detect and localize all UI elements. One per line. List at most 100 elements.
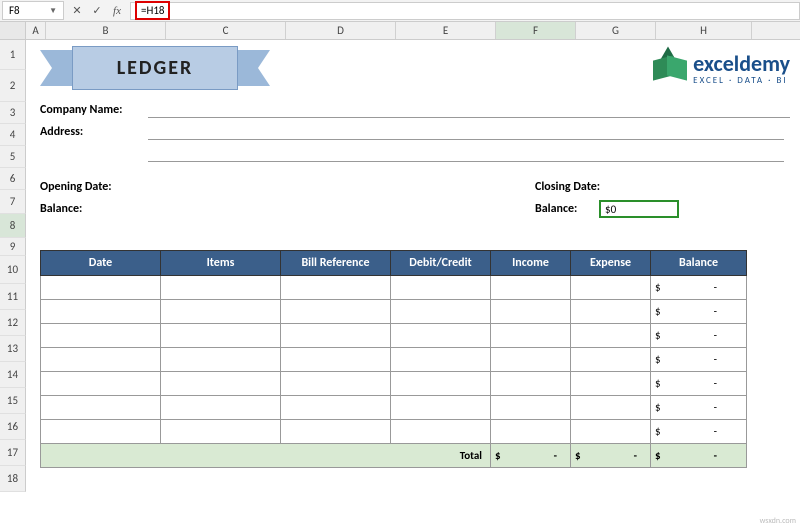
cell-reference: F8	[9, 4, 20, 17]
row-header-17[interactable]: 17	[0, 440, 26, 466]
table-cell[interactable]	[161, 324, 281, 348]
table-cell[interactable]	[491, 420, 571, 444]
table-cell[interactable]	[41, 324, 161, 348]
table-cell[interactable]: $-	[651, 396, 747, 420]
th-date[interactable]: Date	[41, 251, 161, 276]
table-cell[interactable]	[41, 276, 161, 300]
table-cell[interactable]	[391, 276, 491, 300]
col-header-F[interactable]: F	[496, 22, 576, 39]
th-billref[interactable]: Bill Reference	[281, 251, 391, 276]
col-header-E[interactable]: E	[396, 22, 496, 39]
row-header-12[interactable]: 12	[0, 310, 26, 336]
table-cell[interactable]	[281, 324, 391, 348]
chevron-down-icon[interactable]: ▼	[49, 6, 57, 16]
row-header-15[interactable]: 15	[0, 388, 26, 414]
fx-icon[interactable]: fx	[108, 2, 126, 20]
table-cell[interactable]	[161, 396, 281, 420]
table-row: $-	[41, 396, 747, 420]
company-input-line[interactable]	[148, 102, 790, 118]
col-header-H[interactable]: H	[656, 22, 752, 39]
row-header-9[interactable]: 9	[0, 238, 26, 256]
th-debitcredit[interactable]: Debit/Credit	[391, 251, 491, 276]
table-cell[interactable]	[161, 276, 281, 300]
table-cell[interactable]	[491, 348, 571, 372]
table-cell[interactable]	[491, 300, 571, 324]
row-header-18[interactable]: 18	[0, 466, 26, 492]
table-cell[interactable]	[571, 300, 651, 324]
table-cell[interactable]	[391, 348, 491, 372]
total-cell[interactable]: $-	[491, 444, 571, 468]
table-cell[interactable]	[491, 324, 571, 348]
sheet-content[interactable]: LEDGER exceldemy EXCEL · DATA · BI Compa…	[26, 40, 800, 492]
table-cell[interactable]: $-	[651, 324, 747, 348]
table-cell[interactable]	[571, 348, 651, 372]
table-cell[interactable]	[491, 372, 571, 396]
col-header-D[interactable]: D	[286, 22, 396, 39]
table-cell[interactable]	[571, 276, 651, 300]
table-cell[interactable]: $-	[651, 372, 747, 396]
table-cell[interactable]	[571, 324, 651, 348]
table-cell[interactable]	[161, 348, 281, 372]
table-cell[interactable]	[571, 396, 651, 420]
name-box[interactable]: F8 ▼	[2, 1, 64, 20]
table-cell[interactable]	[161, 372, 281, 396]
th-income[interactable]: Income	[491, 251, 571, 276]
row-header-1[interactable]: 1	[0, 40, 26, 70]
table-cell[interactable]	[161, 420, 281, 444]
th-balance[interactable]: Balance	[651, 251, 747, 276]
table-cell[interactable]	[491, 276, 571, 300]
table-cell[interactable]	[41, 372, 161, 396]
row-header-14[interactable]: 14	[0, 362, 26, 388]
total-cell[interactable]: $-	[651, 444, 747, 468]
table-cell[interactable]	[391, 420, 491, 444]
row-header-3[interactable]: 3	[0, 102, 26, 124]
table-cell[interactable]	[571, 420, 651, 444]
row-header-8[interactable]: 8	[0, 214, 26, 238]
row-header-6[interactable]: 6	[0, 168, 26, 190]
table-cell[interactable]	[281, 300, 391, 324]
table-cell[interactable]	[491, 396, 571, 420]
select-all-corner[interactable]	[0, 22, 26, 39]
formula-input[interactable]: =H18	[130, 2, 800, 20]
th-expense[interactable]: Expense	[571, 251, 651, 276]
row-header-10[interactable]: 10	[0, 256, 26, 284]
col-header-A[interactable]: A	[26, 22, 46, 39]
cancel-icon[interactable]: ✕	[68, 2, 86, 20]
accept-icon[interactable]: ✓	[88, 2, 106, 20]
address-input-line-2[interactable]	[148, 146, 784, 162]
row-header-5[interactable]: 5	[0, 146, 26, 168]
table-cell[interactable]: $-	[651, 300, 747, 324]
table-cell[interactable]	[41, 420, 161, 444]
table-cell[interactable]	[391, 372, 491, 396]
table-cell[interactable]	[281, 396, 391, 420]
table-cell[interactable]	[391, 324, 491, 348]
table-cell[interactable]	[161, 300, 281, 324]
table-cell[interactable]	[391, 300, 491, 324]
table-cell[interactable]	[281, 276, 391, 300]
th-items[interactable]: Items	[161, 251, 281, 276]
total-cell[interactable]: $-	[571, 444, 651, 468]
table-cell[interactable]	[281, 372, 391, 396]
row-header-4[interactable]: 4	[0, 124, 26, 146]
closing-balance-cell[interactable]: $0	[599, 200, 679, 218]
address-input-line[interactable]	[148, 124, 784, 140]
table-cell[interactable]: $-	[651, 420, 747, 444]
col-header-B[interactable]: B	[46, 22, 166, 39]
row-header-7[interactable]: 7	[0, 190, 26, 214]
table-cell[interactable]	[281, 420, 391, 444]
table-cell[interactable]	[41, 300, 161, 324]
table-cell[interactable]: $-	[651, 348, 747, 372]
row-header-2[interactable]: 2	[0, 70, 26, 102]
row-header-13[interactable]: 13	[0, 336, 26, 362]
table-cell[interactable]	[41, 348, 161, 372]
table-cell[interactable]	[571, 372, 651, 396]
table-cell[interactable]	[41, 396, 161, 420]
row-header-16[interactable]: 16	[0, 414, 26, 440]
table-cell[interactable]	[391, 396, 491, 420]
table-cell[interactable]	[281, 348, 391, 372]
table-cell[interactable]: $-	[651, 276, 747, 300]
col-header-G[interactable]: G	[576, 22, 656, 39]
opening-balance-col: Balance:	[40, 200, 295, 218]
row-header-11[interactable]: 11	[0, 284, 26, 310]
col-header-C[interactable]: C	[166, 22, 286, 39]
